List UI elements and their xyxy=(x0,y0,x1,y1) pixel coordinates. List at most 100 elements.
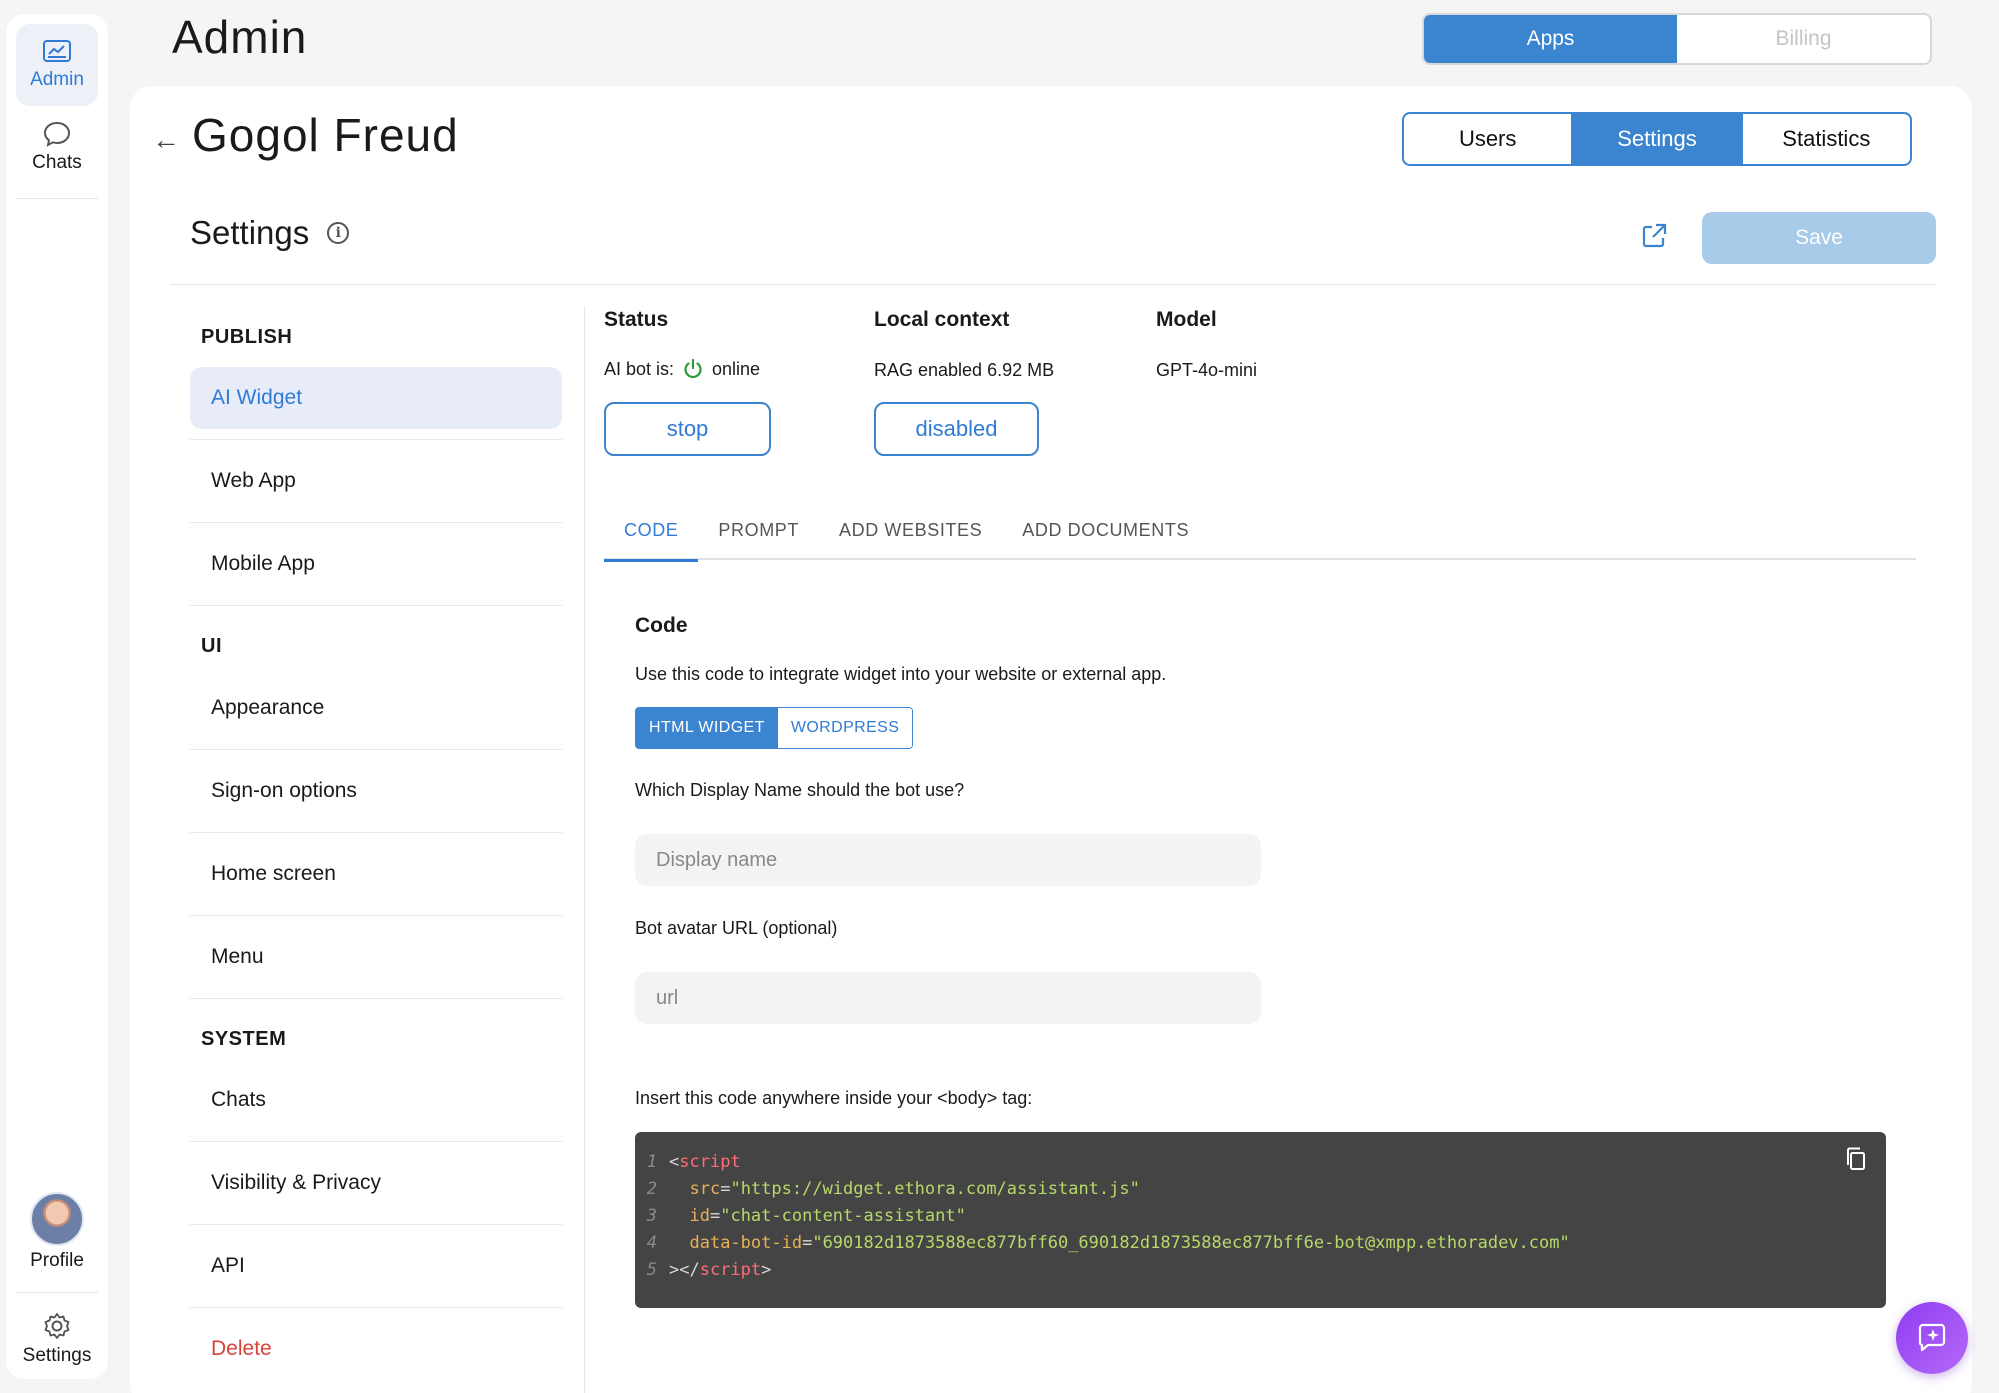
bot-status: AI bot is: online xyxy=(604,358,760,380)
billing-tab[interactable]: Billing xyxy=(1677,15,1930,63)
menu-heading-publish: PUBLISH xyxy=(201,326,293,348)
bot-status-value: online xyxy=(712,358,761,379)
admin-dashboard-icon xyxy=(43,40,71,62)
tab-code[interactable]: CODE xyxy=(604,500,699,562)
menu-item-mobile-app[interactable]: Mobile App xyxy=(190,533,562,595)
ai-chat-sparkle-icon xyxy=(1918,1323,1946,1352)
left-rail: Admin Chats Profile Settings xyxy=(6,14,108,1379)
local-context-value: RAG enabled 6.92 MB xyxy=(874,360,1055,380)
code-token: "chat-content-assistant" xyxy=(720,1206,966,1226)
divider xyxy=(584,306,585,1393)
wordpress-option[interactable]: WORDPRESS xyxy=(777,708,913,748)
menu-item-api[interactable]: API xyxy=(190,1235,562,1297)
info-icon[interactable]: i xyxy=(327,222,350,244)
rag-disabled-button[interactable]: disabled xyxy=(874,402,1039,456)
code-type-toggle: HTML WIDGET WORDPRESS xyxy=(635,707,914,749)
avatar-url-input[interactable] xyxy=(635,972,1261,1024)
rail-settings[interactable]: Settings xyxy=(16,1298,98,1380)
rail-admin-label: Admin xyxy=(30,69,84,90)
gear-icon xyxy=(44,1313,70,1339)
menu-divider xyxy=(190,749,562,750)
avatar xyxy=(30,1192,84,1246)
menu-item-chats[interactable]: Chats xyxy=(190,1069,562,1131)
code-section-description: Use this code to integrate widget into y… xyxy=(635,664,1167,684)
code-token: < xyxy=(669,1152,680,1172)
apps-billing-toggle: Apps Billing xyxy=(1422,13,1932,65)
html-widget-option[interactable]: HTML WIDGET xyxy=(636,708,778,748)
code-line: 4 data-bot-id = "690182d1873588ec877bff60_… xyxy=(635,1233,1886,1260)
apps-tab[interactable]: Apps xyxy=(1424,15,1677,63)
rail-chats[interactable]: Chats xyxy=(16,106,98,188)
rail-profile[interactable]: Profile xyxy=(16,1182,98,1282)
menu-heading-system: SYSTEM xyxy=(201,1028,287,1050)
menu-divider xyxy=(190,605,562,606)
avatar-url-label: Bot avatar URL (optional) xyxy=(635,918,838,938)
app-tabs: Users Settings Statistics xyxy=(1402,112,1912,166)
menu-item-delete[interactable]: Delete xyxy=(190,1318,562,1380)
chat-bubble-icon xyxy=(43,121,71,147)
assistant-fab[interactable] xyxy=(1896,1302,1968,1374)
line-number: 4 xyxy=(646,1233,657,1253)
tab-add-documents[interactable]: ADD DOCUMENTS xyxy=(1002,500,1209,560)
code-token: "https://widget.ethora.com/assistant.js" xyxy=(730,1179,1140,1199)
menu-divider xyxy=(190,998,562,999)
code-token: id xyxy=(689,1206,710,1226)
code-token: src xyxy=(689,1179,721,1199)
menu-item-home-screen[interactable]: Home screen xyxy=(190,843,562,905)
page-title: Admin xyxy=(172,11,308,63)
tab-users[interactable]: Users xyxy=(1404,114,1574,164)
rail-chats-label: Chats xyxy=(32,152,82,173)
code-token: "690182d1873588ec877bff60_690182d1873588… xyxy=(812,1233,1570,1253)
tab-prompt[interactable]: PROMPT xyxy=(698,500,819,560)
back-arrow-icon[interactable]: ← xyxy=(152,124,180,156)
code-line: 5 ></script > xyxy=(635,1260,1886,1287)
model-value: GPT-4o-mini xyxy=(1156,360,1258,380)
rail-profile-label: Profile xyxy=(30,1250,84,1271)
power-icon xyxy=(684,358,702,379)
code-line: 1 < script xyxy=(635,1152,1886,1179)
display-name-input[interactable] xyxy=(635,834,1261,886)
menu-item-menu[interactable]: Menu xyxy=(190,926,562,988)
menu-divider xyxy=(190,1224,562,1225)
local-context-heading: Local context xyxy=(874,308,1010,331)
insert-code-label: Insert this code anywhere inside your <b… xyxy=(635,1088,1033,1108)
menu-item-web-app[interactable]: Web App xyxy=(190,450,562,512)
menu-divider xyxy=(190,522,562,523)
rail-divider xyxy=(16,1292,98,1293)
menu-divider xyxy=(190,1307,562,1308)
menu-item-sign-on[interactable]: Sign-on options xyxy=(190,760,562,822)
menu-item-ai-widget[interactable]: AI Widget xyxy=(190,367,562,429)
rail-divider xyxy=(16,198,98,199)
rail-settings-label: Settings xyxy=(22,1345,92,1366)
tab-add-websites[interactable]: ADD WEBSITES xyxy=(819,500,1002,560)
bot-status-label: AI bot is: xyxy=(604,358,675,379)
copy-icon[interactable] xyxy=(1844,1146,1868,1172)
code-token: script xyxy=(699,1260,762,1280)
code-token: data-bot-id xyxy=(689,1233,803,1253)
line-number: 3 xyxy=(646,1206,657,1226)
code-token: > xyxy=(761,1260,772,1280)
menu-divider xyxy=(190,915,562,916)
tab-statistics[interactable]: Statistics xyxy=(1743,114,1910,164)
code-section-title: Code xyxy=(635,614,688,637)
stop-button[interactable]: stop xyxy=(604,402,771,456)
divider xyxy=(170,284,1936,285)
model-heading: Model xyxy=(1156,308,1217,331)
save-button[interactable]: Save xyxy=(1702,212,1936,264)
status-heading: Status xyxy=(604,308,669,331)
code-snippet: 1 < script 2 src = "https://widget.ethora.c… xyxy=(635,1132,1886,1308)
display-name-label: Which Display Name should the bot use? xyxy=(635,780,965,800)
external-link-icon[interactable] xyxy=(1640,222,1668,250)
menu-divider xyxy=(190,439,562,440)
settings-title: Settings xyxy=(190,214,310,251)
menu-item-appearance[interactable]: Appearance xyxy=(190,677,562,739)
menu-item-visibility[interactable]: Visibility & Privacy xyxy=(190,1152,562,1214)
tab-settings[interactable]: Settings xyxy=(1573,114,1743,164)
app-name: Gogol Freud xyxy=(192,109,459,161)
widget-tabs: CODE PROMPT ADD WEBSITES ADD DOCUMENTS xyxy=(604,500,1916,562)
line-number: 2 xyxy=(646,1179,657,1199)
code-line: 2 src = "https://widget.ethora.com/assista… xyxy=(635,1179,1886,1206)
code-token: ></ xyxy=(669,1260,700,1280)
menu-heading-ui: UI xyxy=(201,635,222,657)
rail-admin[interactable]: Admin xyxy=(16,24,98,106)
